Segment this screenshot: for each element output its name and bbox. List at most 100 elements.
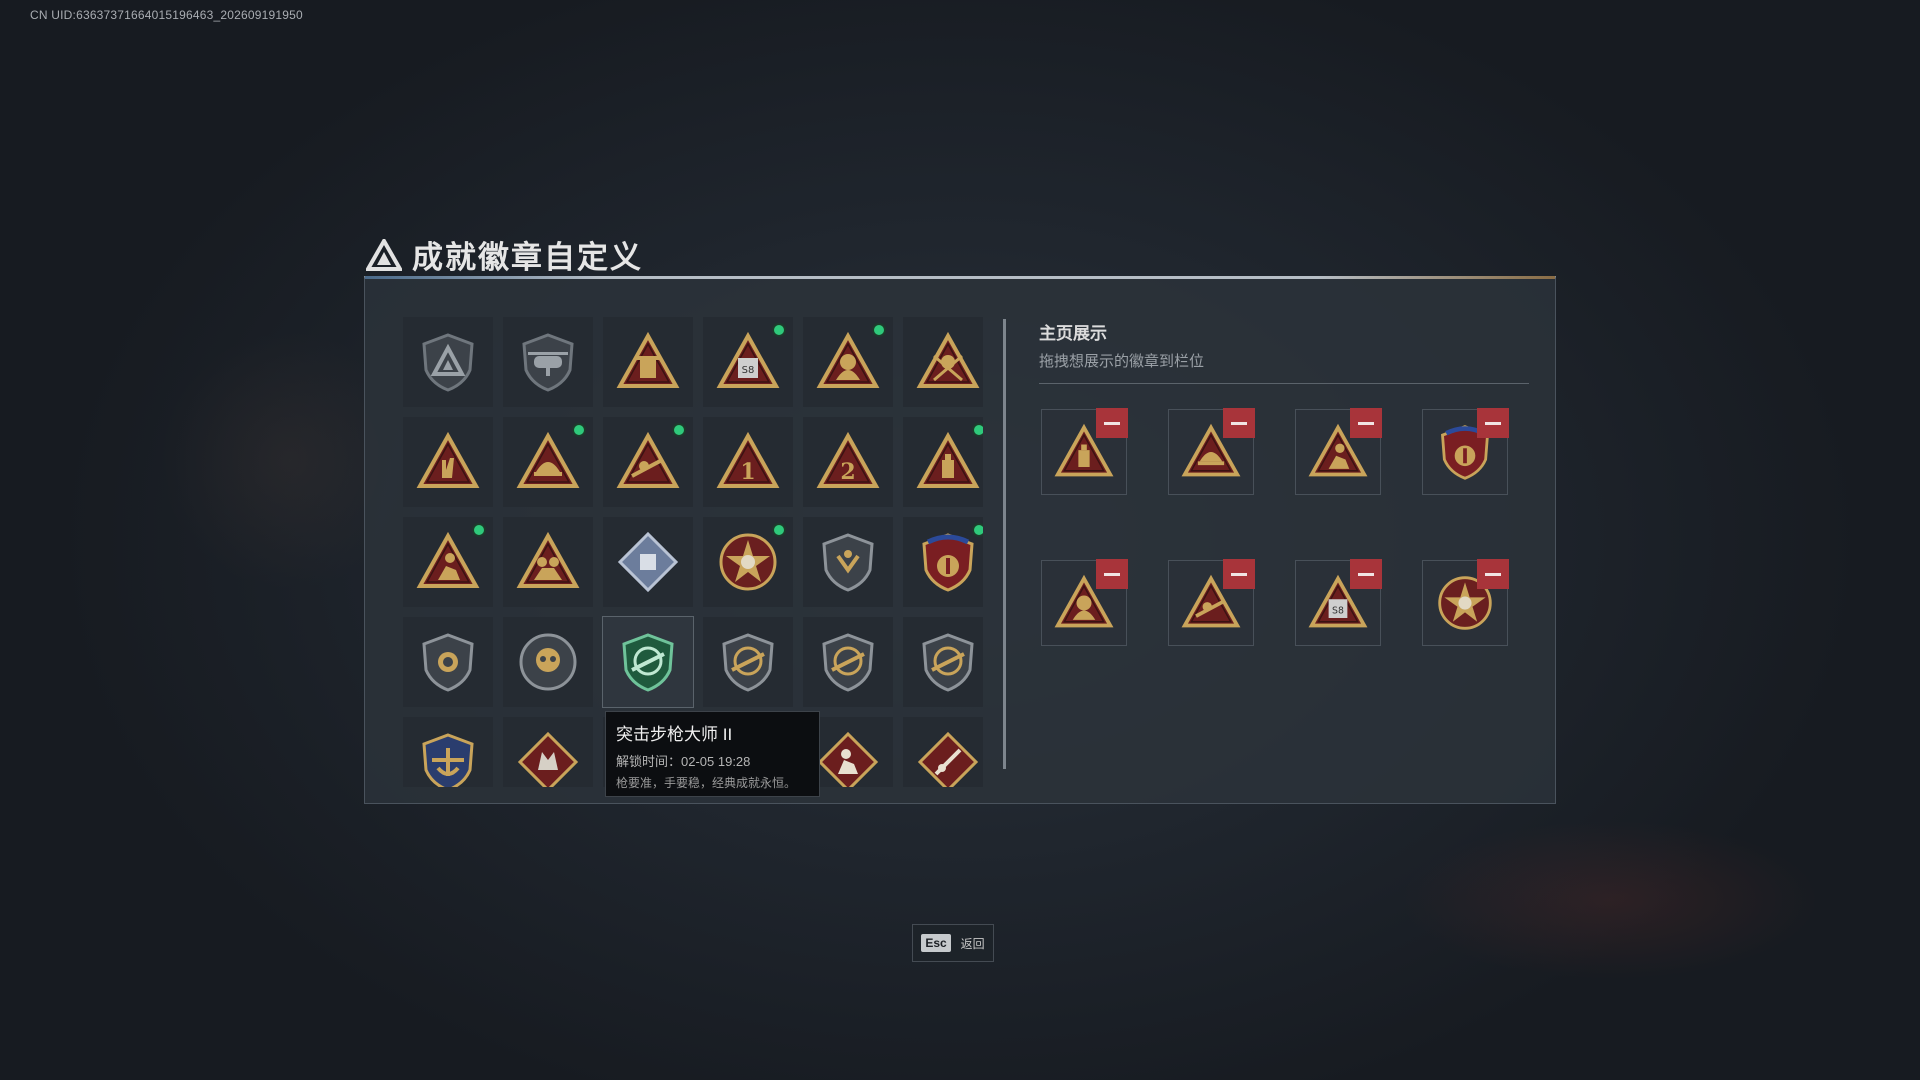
badge-cell[interactable]: S8 — [703, 317, 793, 407]
remove-badge-button[interactable] — [1096, 408, 1128, 438]
rifle-shield-badge-icon — [922, 633, 974, 692]
badge-cell[interactable] — [703, 517, 793, 607]
hand-sign-triangle-badge-icon — [416, 431, 480, 488]
badge-cell[interactable] — [603, 317, 693, 407]
number-1-triangle-badge-icon: 1 — [716, 431, 780, 488]
crossed-soldier-triangle-badge-icon — [916, 331, 980, 388]
rifle-shield-badge-icon — [722, 633, 774, 692]
remove-badge-button[interactable] — [1477, 408, 1509, 438]
squad-triangle-badge-icon — [516, 531, 580, 588]
badge-cell[interactable] — [403, 617, 493, 707]
wolf-diamond-badge-icon — [517, 731, 579, 787]
remove-badge-button[interactable] — [1096, 559, 1128, 589]
minus-icon — [1104, 421, 1120, 425]
helmet-triangle-badge-icon — [516, 431, 580, 488]
minus-icon — [1358, 421, 1374, 425]
background-glow — [1400, 820, 1820, 980]
tooltip-description: 枪要准，手要稳，经典成就永恒。 — [616, 776, 797, 790]
runner-triangle-badge-icon — [416, 531, 480, 588]
badge-cell[interactable] — [803, 617, 893, 707]
badge-cell[interactable] — [503, 617, 593, 707]
badge-cell[interactable] — [903, 317, 983, 407]
rifle-master-shield-badge-icon — [622, 633, 674, 692]
page-header: 成就徽章自定义 — [366, 232, 643, 277]
minus-icon — [1104, 572, 1120, 576]
remove-badge-button[interactable] — [1223, 408, 1255, 438]
badge-cell[interactable]: 1 — [703, 417, 793, 507]
minus-icon — [1485, 421, 1501, 425]
svg-text:2: 2 — [840, 459, 855, 485]
sniper-triangle-badge-icon — [616, 431, 680, 488]
badge-cell[interactable] — [803, 317, 893, 407]
showcase-slot[interactable] — [1168, 408, 1255, 495]
showcase-slots: S8 — [1041, 408, 1511, 646]
weapon-diamond-badge-icon — [917, 731, 979, 787]
tooltip-unlock-time: 解锁时间：02-05 19:28 — [616, 754, 751, 769]
skull-round-badge-icon — [519, 633, 577, 691]
showcase-slot[interactable] — [1041, 408, 1128, 495]
badge-cell[interactable] — [403, 417, 493, 507]
shield-triangle-badge-icon — [422, 333, 474, 392]
s8-triangle-badge-icon: S8 — [716, 331, 780, 388]
showcase-slot[interactable] — [1295, 408, 1382, 495]
svg-text:S8: S8 — [1332, 605, 1344, 616]
triangle-logo-icon — [366, 238, 402, 271]
kneeling-diamond-badge-icon — [817, 731, 879, 787]
badge-cell[interactable] — [503, 317, 593, 407]
badge-cell[interactable] — [403, 317, 493, 407]
badge-cell[interactable] — [603, 417, 693, 507]
minus-icon — [1231, 421, 1247, 425]
crate-diamond-badge-icon — [617, 531, 679, 593]
remove-badge-button[interactable] — [1350, 408, 1382, 438]
minus-icon — [1485, 572, 1501, 576]
rifle-shield-badge-icon — [822, 633, 874, 692]
badge-cell[interactable] — [603, 517, 693, 607]
badge-cell[interactable] — [403, 517, 493, 607]
showcase-slot[interactable] — [1422, 408, 1509, 495]
page-title: 成就徽章自定义 — [412, 240, 643, 275]
number-2-triangle-badge-icon: 2 — [816, 431, 880, 488]
new-indicator-dot — [772, 323, 786, 337]
svg-text:S8: S8 — [742, 365, 755, 376]
minus-icon — [1358, 572, 1374, 576]
new-indicator-dot — [872, 323, 886, 337]
badge-cell[interactable] — [903, 717, 983, 787]
stars-crest-badge-icon — [922, 533, 974, 592]
badge-cell[interactable] — [903, 417, 983, 507]
hooded-triangle-badge-icon — [816, 331, 880, 388]
showcase-slot[interactable] — [1041, 559, 1128, 646]
showcase-slot[interactable] — [1422, 559, 1509, 646]
emblem-shield-badge-icon — [822, 533, 874, 592]
badge-tooltip: 突击步枪大师 II 解锁时间：02-05 19:28 枪要准，手要稳，经典成就永… — [605, 711, 820, 797]
showcase-header: 主页展示 拖拽想展示的徽章到栏位 — [1039, 319, 1529, 384]
badge-cell[interactable] — [602, 616, 694, 708]
svg-text:1: 1 — [740, 459, 755, 485]
remove-badge-button[interactable] — [1350, 559, 1382, 589]
badge-customize-panel: S8 1 2 主页展示 拖拽想展示的徽章到栏位 S8 — [364, 276, 1556, 804]
tooltip-title: 突击步枪大师 II — [616, 725, 733, 744]
uid-label: CN UID:63637371664015196463_202609191950 — [30, 8, 303, 22]
remove-badge-button[interactable] — [1477, 559, 1509, 589]
badge-cell[interactable] — [503, 717, 593, 787]
badge-cell[interactable] — [503, 517, 593, 607]
new-indicator-dot — [672, 423, 686, 437]
back-button[interactable]: Esc 返回 — [912, 924, 994, 962]
remove-badge-button[interactable] — [1223, 559, 1255, 589]
new-indicator-dot — [472, 523, 486, 537]
badge-grid-scrollbar[interactable] — [1003, 319, 1006, 769]
esc-key-label: Esc — [921, 934, 951, 952]
badge-cell[interactable] — [803, 517, 893, 607]
badge-cell[interactable] — [703, 617, 793, 707]
badge-cell[interactable] — [903, 617, 983, 707]
showcase-slot[interactable] — [1168, 559, 1255, 646]
badge-cell[interactable] — [503, 417, 593, 507]
showcase-title: 主页展示 — [1039, 324, 1107, 343]
badge-cell[interactable]: 2 — [803, 417, 893, 507]
back-label: 返回 — [960, 936, 985, 951]
new-indicator-dot — [972, 423, 983, 437]
bottle-triangle-badge-icon — [916, 431, 980, 488]
fortress-triangle-badge-icon — [616, 331, 680, 388]
badge-cell[interactable] — [403, 717, 493, 787]
showcase-slot[interactable]: S8 — [1295, 559, 1382, 646]
badge-cell[interactable] — [903, 517, 983, 607]
